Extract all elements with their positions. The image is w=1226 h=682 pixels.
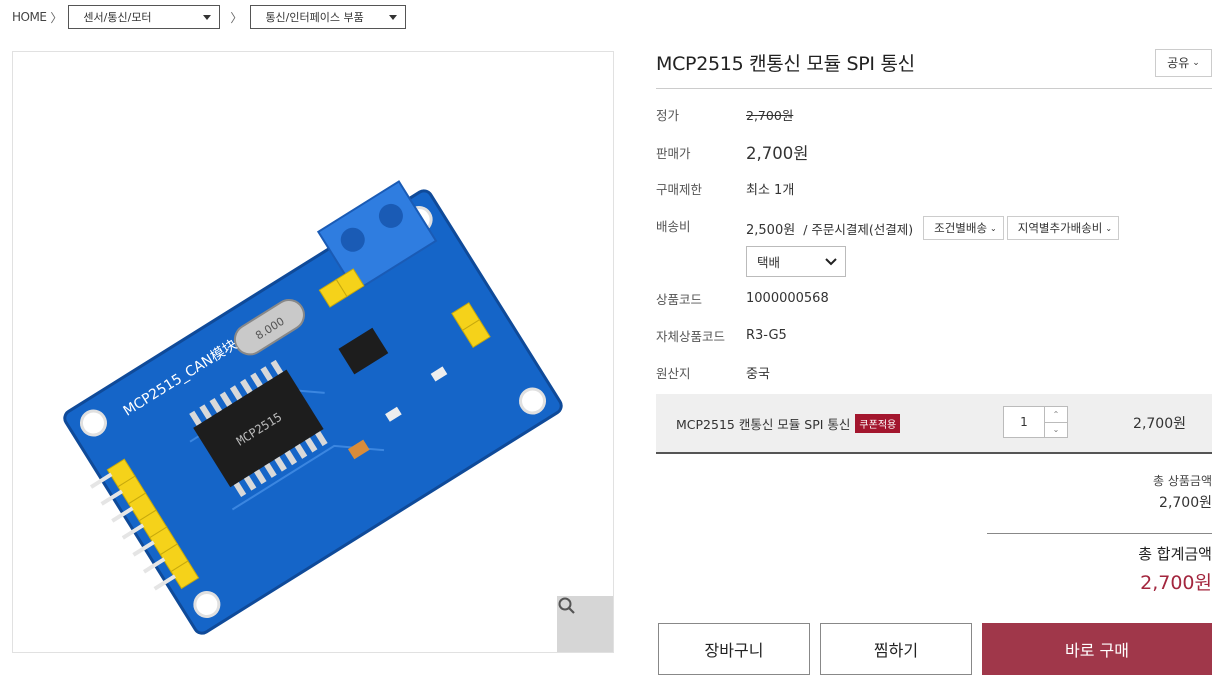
- sale-price-label: 판매가: [656, 145, 691, 161]
- grand-total-label: 총 합계금액: [1138, 545, 1212, 563]
- chevron-down-icon: ⌄: [1192, 57, 1200, 68]
- chevron-right-icon: 〉: [230, 10, 243, 25]
- product-code-row: 상품코드 1000000568: [656, 289, 829, 308]
- quantity-increase-button[interactable]: ⌃: [1045, 407, 1067, 423]
- product-image[interactable]: MCP2515 8.000 MCP2515_CAN模块: [12, 51, 614, 653]
- divider: [987, 533, 1212, 534]
- product-total-label: 총 상품금액: [1152, 474, 1212, 488]
- conditional-shipping-label: 조건별배송: [934, 221, 988, 235]
- chevron-down-icon: ⌄: [990, 223, 997, 233]
- list-price-label: 정가: [656, 108, 680, 123]
- quantity-stepper[interactable]: 1 ⌃ ⌄: [1003, 406, 1068, 438]
- product-photo: MCP2515 8.000 MCP2515_CAN模块: [63, 180, 563, 635]
- own-code-row: 자체상품코드 R3-G5: [656, 326, 787, 345]
- purchase-limit-label: 구매제한: [656, 182, 703, 197]
- shipping-label: 배송비: [656, 219, 691, 234]
- chevron-down-icon: [825, 257, 837, 265]
- purchase-limit-row: 구매제한 최소 1개: [656, 179, 794, 198]
- regional-shipping-button[interactable]: 지역별추가배송비 ⌄: [1006, 216, 1120, 240]
- delivery-method-select[interactable]: 택배: [746, 246, 846, 277]
- product-total: 2,700원: [1159, 495, 1212, 511]
- sale-price: 2,700원: [746, 144, 809, 163]
- zoom-button[interactable]: [557, 596, 613, 652]
- shipping-info: 2,500원 / 주문시결제(선결제) 조건별배송 ⌄ 지역별추가배송비 ⌄: [746, 216, 1120, 240]
- wishlist-button[interactable]: 찜하기: [820, 623, 972, 675]
- regional-shipping-label: 지역별추가배송비: [1017, 221, 1103, 235]
- chevron-right-icon: 〉: [50, 10, 63, 25]
- delivery-method-value: 택배: [757, 255, 781, 270]
- origin-row: 원산지 중국: [656, 363, 770, 382]
- selected-option-row: MCP2515 캔통신 모듈 SPI 통신 쿠폰적용 1 ⌃ ⌄ 2,700원: [656, 394, 1212, 454]
- magnifier-icon: [558, 597, 575, 614]
- list-price: 2,700원: [746, 108, 794, 123]
- category-select-1-label: 센서/통신/모터: [83, 11, 152, 24]
- share-label: 공유: [1167, 56, 1190, 70]
- option-price: 2,700원: [1133, 416, 1186, 432]
- own-code-label: 자체상품코드: [656, 329, 726, 344]
- product-info: MCP2515 캔통신 모듈 SPI 통신 공유 ⌄ 정가 2,700원 판매가 …: [656, 44, 1212, 675]
- breadcrumb-home[interactable]: HOME: [12, 10, 47, 24]
- breadcrumb: HOME 〉 센서/통신/모터 〉 통신/인터페이스 부품: [12, 5, 407, 29]
- origin-label: 원산지: [656, 366, 691, 381]
- chevron-down-icon: ⌄: [1105, 223, 1113, 233]
- product-code: 1000000568: [746, 291, 829, 306]
- add-to-cart-button[interactable]: 장바구니: [658, 623, 810, 675]
- shipping-method: / 주문시결제(선결제): [803, 221, 914, 237]
- chevron-up-icon: ⌃: [1052, 409, 1060, 419]
- chevron-down-icon: ⌄: [1052, 425, 1060, 435]
- shipping-row: 배송비: [656, 216, 746, 235]
- quantity-input[interactable]: 1: [1004, 407, 1045, 437]
- own-code: R3-G5: [746, 328, 787, 343]
- grand-total: 2,700원: [1140, 572, 1212, 594]
- caret-down-icon: [389, 15, 398, 20]
- category-select-2-label: 통신/인터페이스 부품: [265, 11, 364, 24]
- product-title: MCP2515 캔통신 모듈 SPI 통신: [656, 53, 915, 75]
- purchase-limit: 최소 1개: [746, 183, 795, 198]
- sale-price-row: 판매가 2,700원: [656, 140, 808, 164]
- caret-down-icon: [203, 15, 212, 20]
- conditional-shipping-button[interactable]: 조건별배송 ⌄: [923, 216, 1004, 240]
- category-select-1[interactable]: 센서/통신/모터: [68, 5, 221, 29]
- title-row: MCP2515 캔통신 모듈 SPI 통신 공유 ⌄: [656, 44, 1212, 89]
- share-button[interactable]: 공유 ⌄: [1155, 48, 1212, 77]
- shipping-fee: 2,500원: [746, 222, 796, 238]
- buy-now-button[interactable]: 바로 구매: [982, 623, 1212, 675]
- coupon-badge: 쿠폰적용: [855, 413, 901, 433]
- origin: 중국: [746, 367, 770, 382]
- option-name: MCP2515 캔통신 모듈 SPI 통신: [676, 416, 851, 432]
- quantity-decrease-button[interactable]: ⌄: [1045, 423, 1067, 438]
- category-select-2[interactable]: 통신/인터페이스 부품: [250, 5, 407, 29]
- product-code-label: 상품코드: [656, 292, 703, 307]
- list-price-row: 정가 2,700원: [656, 105, 793, 124]
